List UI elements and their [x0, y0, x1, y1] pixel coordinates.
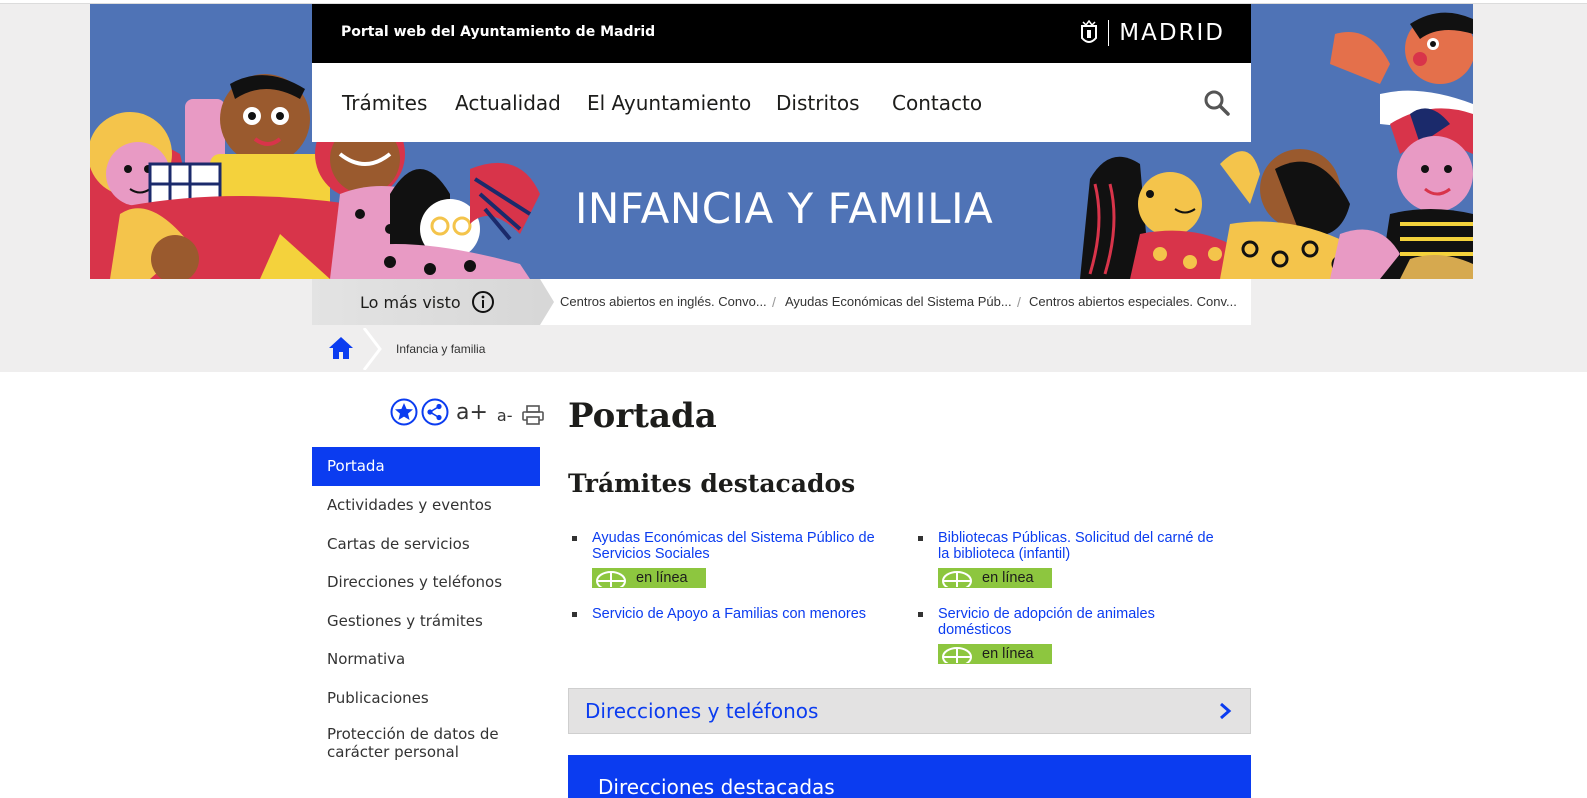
- tramite-link[interactable]: Ayudas Económicas del Sistema Público de…: [592, 530, 882, 562]
- page-title: Portada: [568, 396, 717, 436]
- list-bullet: [918, 536, 923, 541]
- breadcrumb-current[interactable]: Infancia y familia: [396, 342, 485, 356]
- online-badge[interactable]: en línea: [592, 568, 706, 588]
- nav-actualidad[interactable]: Actualidad: [455, 91, 561, 115]
- portal-header: Portal web del Ayuntamiento de Madrid MA…: [312, 4, 1251, 63]
- tramite-item: Servicio de adopción de animales domésti…: [918, 606, 1228, 664]
- info-icon[interactable]: [471, 290, 495, 314]
- page-tools: a+ a-: [390, 397, 545, 427]
- online-label: en línea: [636, 570, 688, 586]
- most-viewed-text: Lo más visto: [360, 292, 461, 312]
- font-decrease-button[interactable]: a-: [497, 406, 513, 425]
- tramite-item: Bibliotecas Públicas. Solicitud del carn…: [918, 530, 1228, 588]
- directions-accordion[interactable]: Direcciones y teléfonos: [568, 688, 1251, 734]
- sidebar-item-proteccion-datos[interactable]: Protección de datos de carácter personal: [312, 717, 540, 765]
- logo-separator: [1108, 20, 1110, 46]
- breadcrumb: Infancia y familia: [312, 325, 1251, 372]
- hero-title: INFANCIA Y FAMILIA: [575, 184, 994, 233]
- chevron-right-icon: [1220, 702, 1232, 720]
- online-label: en línea: [982, 646, 1034, 662]
- list-bullet: [572, 536, 577, 541]
- nav-tramites[interactable]: Trámites: [342, 91, 427, 115]
- sidebar-item-publicaciones[interactable]: Publicaciones: [312, 679, 540, 718]
- online-mouse-icon: [942, 647, 972, 663]
- main-nav: Trámites Actualidad El Ayuntamiento Dist…: [312, 63, 1251, 142]
- sidebar-menu: Portada Actividades y eventos Cartas de …: [312, 447, 540, 765]
- directions-title: Direcciones y teléfonos: [585, 699, 819, 723]
- featured-directions-box: Direcciones destacadas: [568, 755, 1251, 798]
- nav-distritos[interactable]: Distritos: [776, 91, 860, 115]
- tramite-item: Servicio de Apoyo a Familias con menores: [572, 606, 882, 622]
- sidebar-item-cartas[interactable]: Cartas de servicios: [312, 525, 540, 564]
- most-viewed-link-1[interactable]: Centros abiertos en inglés. Convo...: [560, 294, 767, 309]
- online-label: en línea: [982, 570, 1034, 586]
- portal-title[interactable]: Portal web del Ayuntamiento de Madrid: [341, 24, 655, 40]
- most-viewed-separator: /: [1017, 294, 1021, 310]
- sidebar-item-portada[interactable]: Portada: [312, 447, 540, 486]
- search-icon[interactable]: [1203, 89, 1231, 117]
- most-viewed-separator: /: [772, 294, 776, 310]
- tramite-link[interactable]: Servicio de adopción de animales domésti…: [938, 606, 1228, 638]
- tramite-item: Ayudas Económicas del Sistema Público de…: [572, 530, 882, 588]
- breadcrumb-chevron-icon: [362, 328, 382, 370]
- tramite-link[interactable]: Servicio de Apoyo a Familias con menores: [592, 606, 882, 622]
- section-title: Trámites destacados: [568, 469, 856, 498]
- featured-directions-title: Direcciones destacadas: [598, 775, 835, 798]
- list-bullet: [572, 612, 577, 617]
- favorite-icon[interactable]: [390, 398, 418, 426]
- online-mouse-icon: [942, 571, 972, 587]
- most-viewed-link-2[interactable]: Ayudas Económicas del Sistema Púb...: [785, 294, 1012, 309]
- sidebar-item-actividades[interactable]: Actividades y eventos: [312, 486, 540, 525]
- most-viewed-link-3[interactable]: Centros abiertos especiales. Conv...: [1029, 294, 1237, 309]
- madrid-crest-icon: [1081, 20, 1098, 43]
- tramite-link[interactable]: Bibliotecas Públicas. Solicitud del carn…: [938, 530, 1228, 562]
- sidebar-item-normativa[interactable]: Normativa: [312, 640, 540, 679]
- nav-contacto[interactable]: Contacto: [892, 91, 982, 115]
- font-increase-button[interactable]: a+: [456, 400, 488, 425]
- home-icon[interactable]: [328, 336, 354, 360]
- most-viewed-label: Lo más visto: [312, 279, 554, 325]
- nav-ayuntamiento[interactable]: El Ayuntamiento: [587, 91, 751, 115]
- page: Portal web del Ayuntamiento de Madrid MA…: [0, 0, 1587, 798]
- list-bullet: [918, 612, 923, 617]
- online-mouse-icon: [596, 571, 626, 587]
- online-badge[interactable]: en línea: [938, 568, 1052, 588]
- share-icon[interactable]: [421, 398, 449, 426]
- print-icon[interactable]: [521, 404, 545, 426]
- madrid-logo[interactable]: MADRID: [1080, 20, 1225, 46]
- madrid-wordmark: MADRID: [1119, 20, 1225, 46]
- sidebar-item-direcciones[interactable]: Direcciones y teléfonos: [312, 563, 540, 602]
- online-badge[interactable]: en línea: [938, 644, 1052, 664]
- most-viewed-bar: Lo más visto Centros abiertos en inglés.…: [312, 279, 1251, 325]
- sidebar-item-gestiones[interactable]: Gestiones y trámites: [312, 602, 540, 641]
